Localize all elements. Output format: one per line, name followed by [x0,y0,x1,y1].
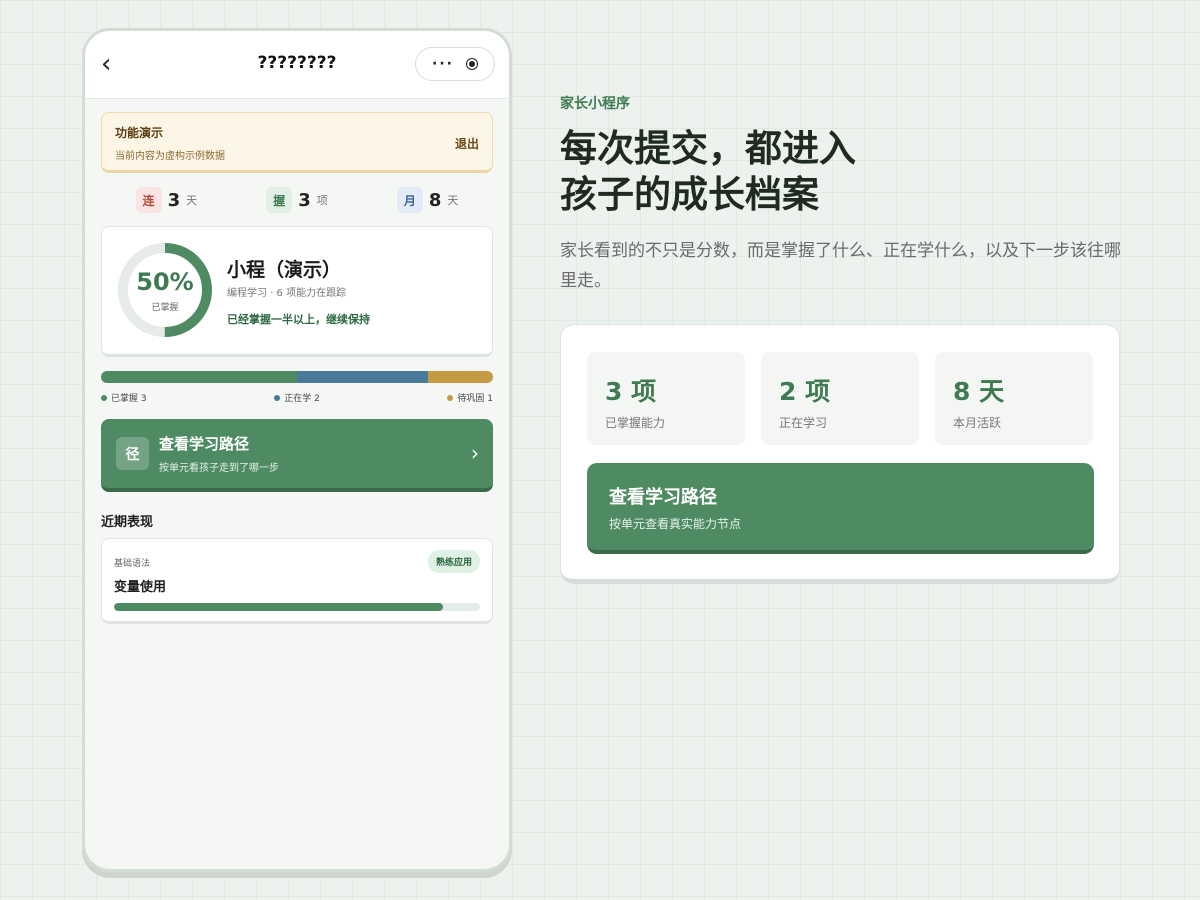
legend-label: 待巩固 1 [457,394,493,404]
metric-learning: 2 项 正在学习 [761,352,919,445]
headline-line-2: 孩子的成长档案 [560,173,819,216]
mini-program-capsule: ··· [415,47,495,81]
description: 家长看到的不只是分数，而是掌握了什么、正在学什么，以及下一步该往哪里走。 [560,241,1121,291]
stat-value: 8 [428,189,442,211]
stats-row: 连 3 天 握 3 项 月 8 天 [101,185,493,215]
metric-label: 已掌握能力 [605,416,666,430]
stat-unit: 项 [316,194,328,207]
stat-value: 3 [298,189,311,211]
recent-performance-card[interactable]: 基础语法 变量使用 熟练应用 [101,538,493,624]
summary-learning-path-button[interactable]: 查看学习路径 按单元查看真实能力节点 [587,463,1094,554]
more-icon[interactable]: ··· [432,56,454,72]
path-button-title: 查看学习路径 [159,435,250,453]
metric-value: 8 天 [953,377,1005,406]
skill-progress-fill [114,603,444,611]
navigation-bar: ‹ ???????? ··· [85,31,509,99]
metric-label: 正在学习 [779,416,828,430]
legend-label: 正在学 2 [284,394,320,404]
metric-value: 2 项 [779,377,831,406]
headline-line-1: 每次提交，都进入 [560,127,856,170]
phone-frame: ‹ ???????? ··· 功能演示 当前内容为虚构示例数据 退出 连 3 天… [82,28,512,872]
metric-mastered: 3 项 已掌握能力 [587,352,745,445]
mastery-label: 已掌握 [151,302,179,313]
summary-card: 3 项 已掌握能力 2 项 正在学习 8 天 本月活跃 查看学习路径 按单元查看… [560,324,1120,584]
path-button-subtitle: 按单元看孩子走到了哪一步 [159,463,279,474]
legend-dot-icon [274,394,281,401]
legend-label: 已掌握 3 [111,394,147,404]
course-note: 已经掌握一半以上，继续保持 [227,313,370,326]
progress-ring-text: 50% 已掌握 [116,241,214,339]
stat-unit: 天 [447,194,459,207]
mastery-breakdown-bar [101,371,493,383]
skill-progress-bar [114,603,480,611]
breakdown-segment [297,371,428,383]
view-learning-path-button[interactable]: 径 查看学习路径 按单元看孩子走到了哪一步 › [101,419,493,492]
eyebrow-label: 家长小程序 [560,96,630,112]
mastery-breakdown-legend: 已掌握 3 正在学 2 待巩固 1 [101,391,493,404]
path-icon: 径 [116,437,149,470]
monthly-badge-icon: 月 [396,187,423,213]
stat-streak: 连 3 天 [135,187,198,213]
legend-dot-icon [447,394,454,401]
recent-section-title: 近期表现 [101,515,154,530]
summary-button-title: 查看学习路径 [609,487,717,508]
demo-banner: 功能演示 当前内容为虚构示例数据 退出 [101,112,493,173]
headline: 每次提交，都进入 孩子的成长档案 [560,126,856,218]
skill-name: 变量使用 [114,580,167,595]
progress-card: 50% 已掌握 小程（演示） 编程学习 · 6 项能力在跟踪 已经掌握一半以上，… [101,226,493,357]
legend-item: 待巩固 1 [447,391,493,404]
legend-item: 已掌握 3 [101,391,147,404]
stat-mastered: 握 3 项 [266,187,328,213]
streak-badge-icon: 连 [135,187,162,213]
chevron-right-icon: › [471,441,479,465]
stat-value: 3 [167,189,181,211]
breakdown-segment [427,371,493,383]
mastered-badge-icon: 握 [266,187,293,213]
stat-unit: 天 [186,194,198,207]
skill-level-badge: 熟练应用 [427,550,480,573]
mastery-percent: 50% [136,267,194,296]
stat-monthly: 月 8 天 [396,187,459,213]
course-name: 小程（演示） [227,259,342,281]
demo-banner-title: 功能演示 [115,126,164,140]
legend-item: 正在学 2 [274,391,320,404]
legend-dot-icon [101,394,107,401]
breakdown-segment [101,371,297,383]
record-icon[interactable] [465,58,478,70]
summary-button-subtitle: 按单元查看真实能力节点 [609,517,742,531]
skill-category: 基础语法 [114,559,151,569]
demo-banner-subtitle: 当前内容为虚构示例数据 [115,151,225,162]
exit-demo-button[interactable]: 退出 [455,135,479,152]
metric-active: 8 天 本月活跃 [935,352,1093,445]
course-meta: 编程学习 · 6 项能力在跟踪 [227,288,347,299]
metric-label: 本月活跃 [953,416,1002,430]
metric-value: 3 项 [605,377,657,406]
